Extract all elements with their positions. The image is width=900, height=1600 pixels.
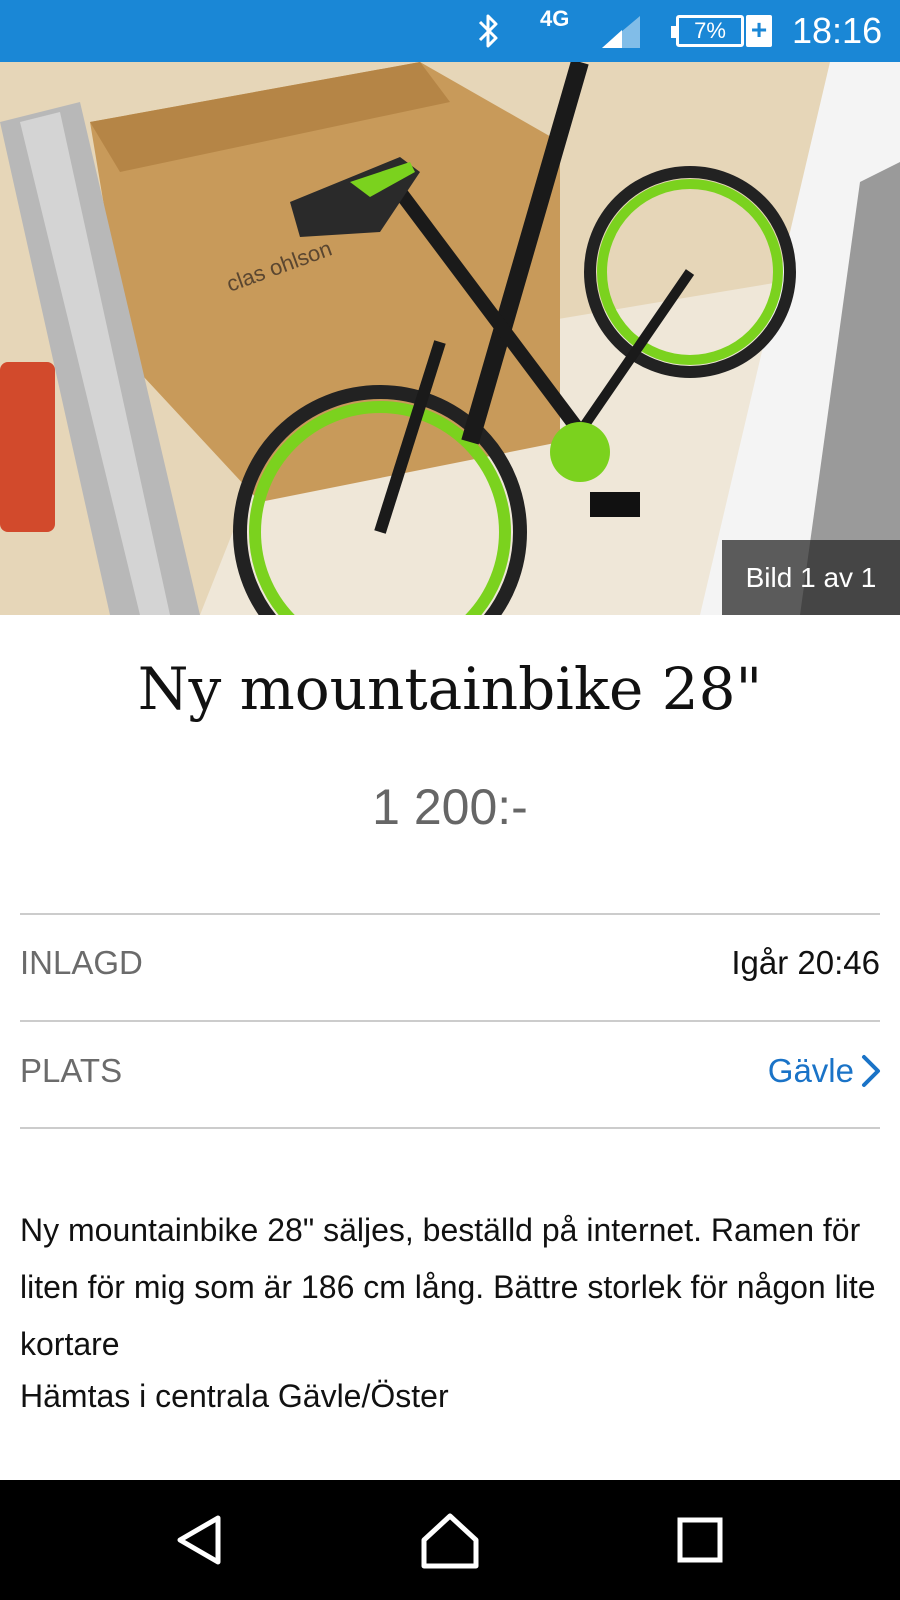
bluetooth-icon bbox=[478, 14, 498, 48]
network-type: 4G bbox=[540, 6, 570, 31]
home-icon[interactable] bbox=[414, 1504, 486, 1576]
location-label: PLATS bbox=[20, 1052, 123, 1089]
charging-icon: + bbox=[746, 15, 772, 47]
signal-icon bbox=[602, 16, 640, 48]
recents-icon[interactable] bbox=[664, 1504, 736, 1576]
battery-icon: 7% bbox=[671, 15, 744, 47]
pickup-info: Hämtas i centrala Gävle/Öster bbox=[20, 1378, 449, 1414]
listing-title: Ny mountainbike 28" bbox=[137, 655, 763, 723]
status-bar: 4G 7% + 18:16 bbox=[0, 0, 900, 62]
divider bbox=[20, 913, 880, 915]
location-value: Gävle bbox=[767, 1052, 854, 1089]
posted-label: INLAGD bbox=[20, 944, 143, 981]
divider bbox=[20, 1127, 880, 1129]
divider bbox=[20, 1020, 880, 1022]
chevron-right-icon bbox=[862, 1055, 880, 1087]
posted-value: Igår 20:46 bbox=[731, 944, 880, 981]
navigation-bar bbox=[0, 1480, 900, 1600]
listing-description: Ny mountainbike 28" säljes, beställd på … bbox=[20, 1212, 876, 1362]
bike-photo-illustration: clas ohlson bbox=[0, 62, 900, 615]
location-link[interactable]: Gävle bbox=[768, 1052, 882, 1090]
back-icon[interactable] bbox=[164, 1504, 236, 1576]
clock: 18:16 bbox=[792, 10, 883, 51]
photo-counter: Bild 1 av 1 bbox=[722, 540, 900, 615]
listing-price: 1 200:- bbox=[372, 779, 528, 835]
listing-photo[interactable]: clas ohlson Bild 1 av 1 bbox=[0, 62, 900, 615]
battery-nub bbox=[671, 26, 677, 38]
battery-percent: 7% bbox=[694, 18, 726, 43]
